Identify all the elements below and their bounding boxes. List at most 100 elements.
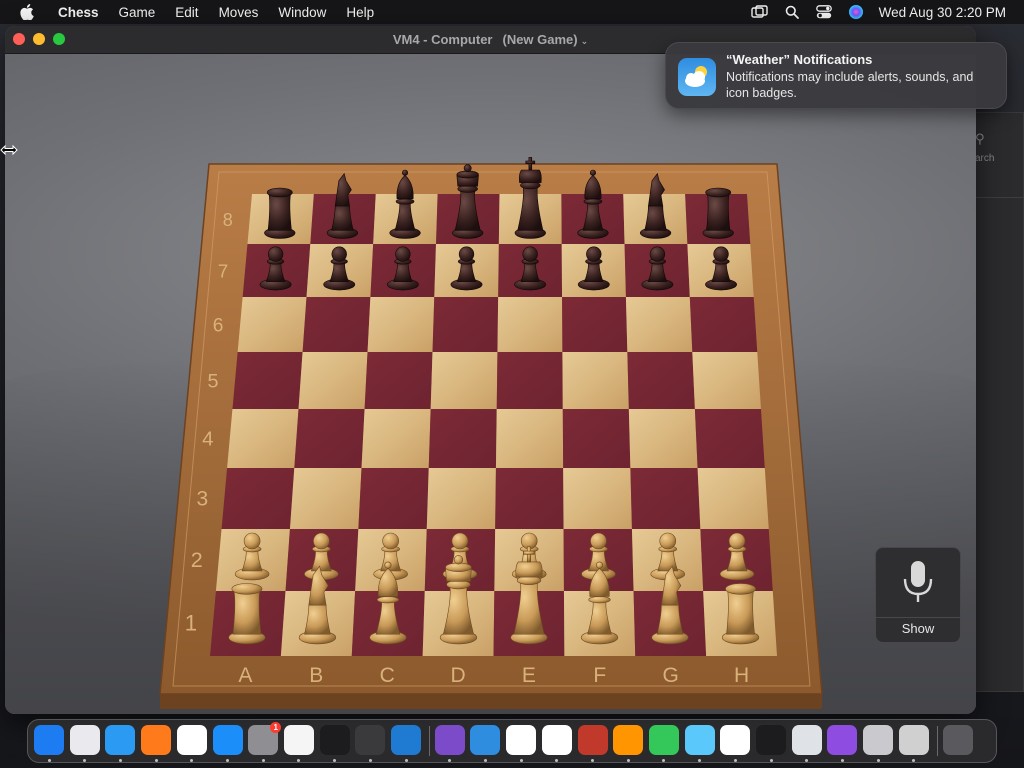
square-c4[interactable] <box>361 409 431 468</box>
rank-label: 3 <box>196 488 208 511</box>
square-f6[interactable] <box>562 297 628 352</box>
chess-scene[interactable]: 8 7 6 5 4 3 2 1 A B C D E F G H <box>5 54 976 714</box>
firefox-icon[interactable] <box>141 725 172 755</box>
square-d6[interactable] <box>432 297 499 352</box>
safari-icon[interactable] <box>105 725 136 755</box>
preview-icon[interactable] <box>791 725 822 755</box>
apple-icon[interactable] <box>20 4 34 20</box>
square-e6[interactable] <box>497 297 563 352</box>
square-c5[interactable] <box>364 352 433 409</box>
trash-icon[interactable] <box>942 725 973 755</box>
square-e3[interactable] <box>495 468 564 529</box>
maps-icon[interactable] <box>684 725 715 755</box>
menu-moves[interactable]: Moves <box>209 5 269 20</box>
siri-icon[interactable] <box>847 4 865 20</box>
square-g4[interactable] <box>628 409 698 468</box>
chess-icon[interactable] <box>898 725 929 755</box>
running-indicator <box>626 759 630 762</box>
menu-edit[interactable]: Edit <box>165 5 208 20</box>
square-g6[interactable] <box>625 297 693 352</box>
square-h3[interactable] <box>697 468 769 529</box>
running-indicator <box>404 759 408 762</box>
terminal-icon[interactable] <box>319 725 350 755</box>
square-h5[interactable] <box>692 352 761 409</box>
square-h6[interactable] <box>689 297 758 352</box>
textedit-icon[interactable] <box>283 725 314 755</box>
background-search-label: arch <box>975 153 995 164</box>
chess-window: VM4 - Computer (New Game) ⌄ 8 7 6 5 4 3 2 1 A B C D E F… <box>5 26 976 714</box>
rank-label: 5 <box>208 371 219 393</box>
running-indicator <box>698 759 702 762</box>
square-a4[interactable] <box>227 409 299 468</box>
square-b6[interactable] <box>302 297 371 352</box>
menu-app-chess[interactable]: Chess <box>48 5 109 20</box>
search-icon[interactable]: ⚲ <box>975 131 985 147</box>
dock-separator <box>428 726 430 756</box>
square-h4[interactable] <box>694 409 765 468</box>
file-label: H <box>734 664 749 687</box>
running-indicator <box>118 759 122 762</box>
square-d5[interactable] <box>430 352 498 409</box>
square-g5[interactable] <box>627 352 695 409</box>
square-f3[interactable] <box>563 468 632 529</box>
menu-clock[interactable]: Wed Aug 30 2:20 PM <box>879 5 1006 20</box>
freeform-icon[interactable] <box>541 725 572 755</box>
rank-label: 8 <box>223 210 233 230</box>
vscode-icon[interactable] <box>391 725 421 755</box>
square-b3[interactable] <box>289 468 362 529</box>
square-f4[interactable] <box>562 409 631 468</box>
running-indicator <box>226 759 229 762</box>
voice-memos-icon[interactable] <box>756 725 786 755</box>
running-indicator <box>47 759 51 762</box>
file-label: A <box>238 664 252 687</box>
menu-help[interactable]: Help <box>336 5 384 20</box>
square-a3[interactable] <box>221 468 295 529</box>
facetime-icon[interactable] <box>648 725 679 755</box>
resize-cursor-icon <box>0 144 18 156</box>
square-d3[interactable] <box>426 468 496 529</box>
weather-icon[interactable] <box>470 725 501 755</box>
square-f5[interactable] <box>562 352 629 409</box>
square-c3[interactable] <box>358 468 429 529</box>
books-icon[interactable] <box>613 725 644 755</box>
running-indicator <box>333 759 337 762</box>
file-label: B <box>309 664 323 687</box>
square-d4[interactable] <box>428 409 497 468</box>
rank-label: 7 <box>218 261 228 282</box>
square-g3[interactable] <box>630 468 701 529</box>
screenshot-icon[interactable] <box>863 725 894 755</box>
control-center-icon[interactable] <box>815 4 833 20</box>
file-label: F <box>593 664 606 687</box>
square-a6[interactable] <box>237 297 307 352</box>
chess-board[interactable]: 8 7 6 5 4 3 2 1 A B C D E F G H <box>5 54 976 714</box>
news-icon[interactable] <box>720 725 751 755</box>
square-b4[interactable] <box>294 409 365 468</box>
finder-icon[interactable] <box>34 725 64 755</box>
square-b5[interactable] <box>298 352 368 409</box>
search-icon[interactable] <box>783 4 801 20</box>
running-indicator <box>805 759 809 762</box>
square-a5[interactable] <box>232 352 303 409</box>
running-indicator <box>591 759 594 762</box>
dictionary-icon[interactable] <box>577 725 608 755</box>
running-indicator <box>190 759 194 762</box>
running-indicator <box>555 759 559 762</box>
running-indicator <box>519 759 523 762</box>
dock-separator <box>936 726 938 756</box>
running-indicator <box>912 759 916 762</box>
chrome-icon[interactable] <box>176 725 207 755</box>
square-e4[interactable] <box>495 409 564 468</box>
visual-studio-icon[interactable] <box>434 725 465 755</box>
square-e5[interactable] <box>496 352 563 409</box>
home-icon[interactable] <box>506 725 537 755</box>
running-indicator <box>261 759 265 762</box>
podcasts-icon[interactable] <box>827 725 858 755</box>
launchpad-icon[interactable] <box>69 725 100 755</box>
instruments-icon[interactable] <box>355 725 386 755</box>
file-label: C <box>380 664 395 687</box>
app-store-icon[interactable] <box>212 725 243 755</box>
screen-mirroring-icon[interactable] <box>750 4 769 20</box>
menu-game[interactable]: Game <box>109 5 166 20</box>
square-c6[interactable] <box>367 297 435 352</box>
menu-window[interactable]: Window <box>268 5 336 20</box>
